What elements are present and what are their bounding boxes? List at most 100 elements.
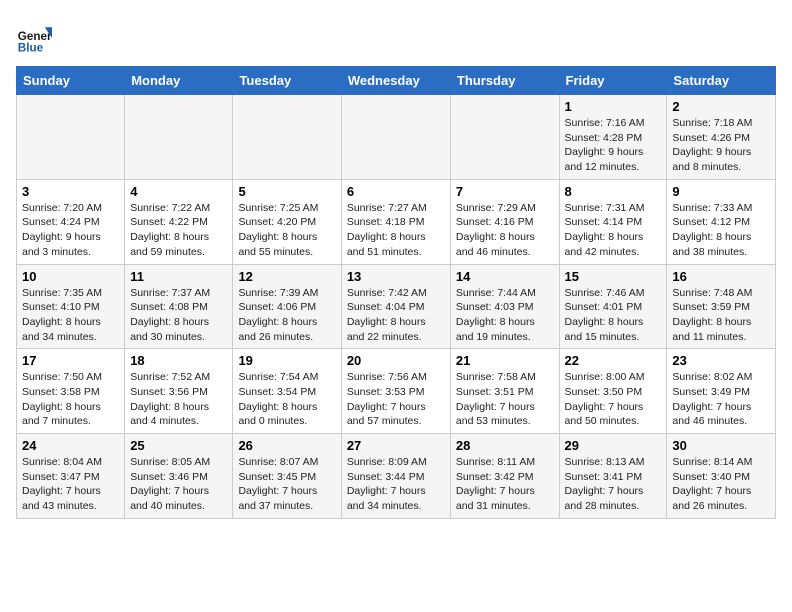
day-info: Sunrise: 7:44 AM Sunset: 4:03 PM Dayligh…: [456, 286, 554, 345]
week-row-3: 10 Sunrise: 7:35 AM Sunset: 4:10 PM Dayli…: [17, 264, 776, 349]
day-info: Sunrise: 7:22 AM Sunset: 4:22 PM Dayligh…: [130, 201, 227, 260]
day-number: 12: [238, 269, 335, 284]
day-cell: 19 Sunrise: 7:54 AM Sunset: 3:54 PM Dayli…: [233, 349, 341, 434]
day-cell: 10 Sunrise: 7:35 AM Sunset: 4:10 PM Dayli…: [17, 264, 125, 349]
day-info: Sunrise: 8:14 AM Sunset: 3:40 PM Dayligh…: [672, 455, 770, 514]
day-number: 4: [130, 184, 227, 199]
day-cell: 29 Sunrise: 8:13 AM Sunset: 3:41 PM Dayli…: [559, 434, 667, 519]
day-info: Sunrise: 7:27 AM Sunset: 4:18 PM Dayligh…: [347, 201, 445, 260]
day-number: 13: [347, 269, 445, 284]
day-number: 24: [22, 438, 119, 453]
day-number: 28: [456, 438, 554, 453]
day-info: Sunrise: 7:16 AM Sunset: 4:28 PM Dayligh…: [565, 116, 662, 175]
day-number: 23: [672, 353, 770, 368]
weekday-header-row: SundayMondayTuesdayWednesdayThursdayFrid…: [17, 67, 776, 95]
day-info: Sunrise: 7:42 AM Sunset: 4:04 PM Dayligh…: [347, 286, 445, 345]
weekday-header-tuesday: Tuesday: [233, 67, 341, 95]
week-row-1: 1 Sunrise: 7:16 AM Sunset: 4:28 PM Daylig…: [17, 95, 776, 180]
day-number: 16: [672, 269, 770, 284]
day-info: Sunrise: 8:11 AM Sunset: 3:42 PM Dayligh…: [456, 455, 554, 514]
day-info: Sunrise: 7:46 AM Sunset: 4:01 PM Dayligh…: [565, 286, 662, 345]
day-number: 19: [238, 353, 335, 368]
day-cell: 3 Sunrise: 7:20 AM Sunset: 4:24 PM Daylig…: [17, 179, 125, 264]
day-number: 11: [130, 269, 227, 284]
day-cell: 26 Sunrise: 8:07 AM Sunset: 3:45 PM Dayli…: [233, 434, 341, 519]
day-number: 5: [238, 184, 335, 199]
day-cell: 14 Sunrise: 7:44 AM Sunset: 4:03 PM Dayli…: [450, 264, 559, 349]
day-cell: 4 Sunrise: 7:22 AM Sunset: 4:22 PM Daylig…: [125, 179, 233, 264]
weekday-header-saturday: Saturday: [667, 67, 776, 95]
day-cell: 16 Sunrise: 7:48 AM Sunset: 3:59 PM Dayli…: [667, 264, 776, 349]
day-info: Sunrise: 7:18 AM Sunset: 4:26 PM Dayligh…: [672, 116, 770, 175]
day-info: Sunrise: 7:50 AM Sunset: 3:58 PM Dayligh…: [22, 370, 119, 429]
weekday-header-wednesday: Wednesday: [341, 67, 450, 95]
day-number: 15: [565, 269, 662, 284]
day-cell: 8 Sunrise: 7:31 AM Sunset: 4:14 PM Daylig…: [559, 179, 667, 264]
week-row-4: 17 Sunrise: 7:50 AM Sunset: 3:58 PM Dayli…: [17, 349, 776, 434]
day-cell: 27 Sunrise: 8:09 AM Sunset: 3:44 PM Dayli…: [341, 434, 450, 519]
day-info: Sunrise: 8:04 AM Sunset: 3:47 PM Dayligh…: [22, 455, 119, 514]
day-info: Sunrise: 7:20 AM Sunset: 4:24 PM Dayligh…: [22, 201, 119, 260]
day-cell: 6 Sunrise: 7:27 AM Sunset: 4:18 PM Daylig…: [341, 179, 450, 264]
weekday-header-thursday: Thursday: [450, 67, 559, 95]
day-info: Sunrise: 7:29 AM Sunset: 4:16 PM Dayligh…: [456, 201, 554, 260]
page-header: General Blue: [16, 16, 776, 56]
day-info: Sunrise: 8:09 AM Sunset: 3:44 PM Dayligh…: [347, 455, 445, 514]
day-info: Sunrise: 7:31 AM Sunset: 4:14 PM Dayligh…: [565, 201, 662, 260]
day-cell: 12 Sunrise: 7:39 AM Sunset: 4:06 PM Dayli…: [233, 264, 341, 349]
day-info: Sunrise: 7:58 AM Sunset: 3:51 PM Dayligh…: [456, 370, 554, 429]
day-number: 29: [565, 438, 662, 453]
week-row-2: 3 Sunrise: 7:20 AM Sunset: 4:24 PM Daylig…: [17, 179, 776, 264]
day-info: Sunrise: 7:52 AM Sunset: 3:56 PM Dayligh…: [130, 370, 227, 429]
day-number: 8: [565, 184, 662, 199]
day-info: Sunrise: 7:35 AM Sunset: 4:10 PM Dayligh…: [22, 286, 119, 345]
day-number: 14: [456, 269, 554, 284]
day-number: 10: [22, 269, 119, 284]
day-cell: [17, 95, 125, 180]
day-number: 1: [565, 99, 662, 114]
day-cell: 11Sunrise: 7:37 AM Sunset: 4:08 PM Dayli…: [125, 264, 233, 349]
day-info: Sunrise: 7:33 AM Sunset: 4:12 PM Dayligh…: [672, 201, 770, 260]
day-number: 7: [456, 184, 554, 199]
day-number: 6: [347, 184, 445, 199]
day-cell: 2 Sunrise: 7:18 AM Sunset: 4:26 PM Daylig…: [667, 95, 776, 180]
day-number: 25: [130, 438, 227, 453]
day-info: Sunrise: 7:56 AM Sunset: 3:53 PM Dayligh…: [347, 370, 445, 429]
day-cell: 9 Sunrise: 7:33 AM Sunset: 4:12 PM Daylig…: [667, 179, 776, 264]
day-cell: [450, 95, 559, 180]
day-number: 26: [238, 438, 335, 453]
day-number: 30: [672, 438, 770, 453]
day-number: 17: [22, 353, 119, 368]
day-info: Sunrise: 8:13 AM Sunset: 3:41 PM Dayligh…: [565, 455, 662, 514]
day-number: 27: [347, 438, 445, 453]
day-cell: 5 Sunrise: 7:25 AM Sunset: 4:20 PM Daylig…: [233, 179, 341, 264]
day-number: 21: [456, 353, 554, 368]
day-info: Sunrise: 7:54 AM Sunset: 3:54 PM Dayligh…: [238, 370, 335, 429]
day-info: Sunrise: 8:05 AM Sunset: 3:46 PM Dayligh…: [130, 455, 227, 514]
weekday-header-monday: Monday: [125, 67, 233, 95]
day-info: Sunrise: 7:48 AM Sunset: 3:59 PM Dayligh…: [672, 286, 770, 345]
week-row-5: 24 Sunrise: 8:04 AM Sunset: 3:47 PM Dayli…: [17, 434, 776, 519]
day-cell: [233, 95, 341, 180]
day-info: Sunrise: 7:25 AM Sunset: 4:20 PM Dayligh…: [238, 201, 335, 260]
day-info: Sunrise: 8:07 AM Sunset: 3:45 PM Dayligh…: [238, 455, 335, 514]
day-number: 20: [347, 353, 445, 368]
day-cell: [341, 95, 450, 180]
day-cell: 21 Sunrise: 7:58 AM Sunset: 3:51 PM Dayli…: [450, 349, 559, 434]
day-number: 2: [672, 99, 770, 114]
day-cell: 15 Sunrise: 7:46 AM Sunset: 4:01 PM Dayli…: [559, 264, 667, 349]
day-cell: [125, 95, 233, 180]
day-number: 3: [22, 184, 119, 199]
weekday-header-sunday: Sunday: [17, 67, 125, 95]
day-cell: 1 Sunrise: 7:16 AM Sunset: 4:28 PM Daylig…: [559, 95, 667, 180]
day-cell: 23 Sunrise: 8:02 AM Sunset: 3:49 PM Dayli…: [667, 349, 776, 434]
day-info: Sunrise: 7:39 AM Sunset: 4:06 PM Dayligh…: [238, 286, 335, 345]
weekday-header-friday: Friday: [559, 67, 667, 95]
day-number: 9: [672, 184, 770, 199]
day-cell: 24 Sunrise: 8:04 AM Sunset: 3:47 PM Dayli…: [17, 434, 125, 519]
day-info: Sunrise: 8:02 AM Sunset: 3:49 PM Dayligh…: [672, 370, 770, 429]
day-cell: 25 Sunrise: 8:05 AM Sunset: 3:46 PM Dayli…: [125, 434, 233, 519]
svg-text:Blue: Blue: [18, 42, 44, 55]
day-info: Sunrise: 8:00 AM Sunset: 3:50 PM Dayligh…: [565, 370, 662, 429]
logo-icon: General Blue: [16, 20, 52, 56]
